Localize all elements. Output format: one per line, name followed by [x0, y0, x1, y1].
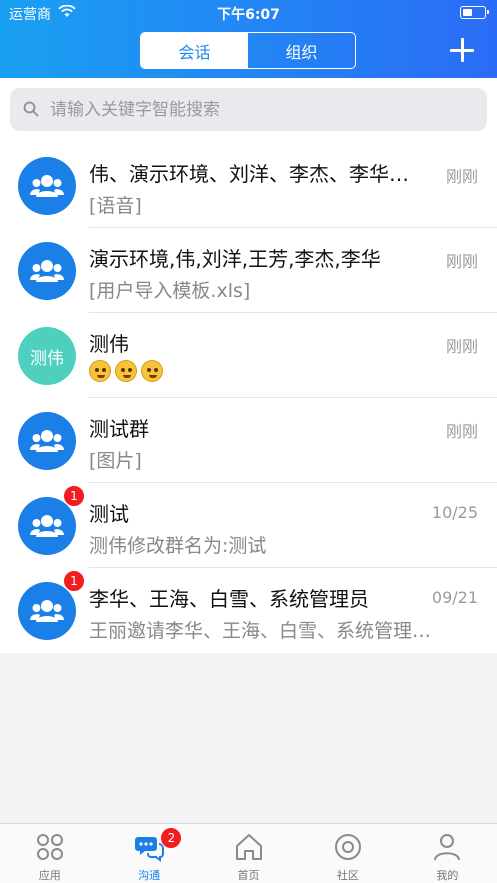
home-icon [235, 834, 262, 860]
group-avatar [18, 582, 76, 640]
tab-label: 社区 [336, 869, 359, 882]
search-input[interactable] [50, 88, 470, 131]
conversation-preview: [图片] [89, 450, 142, 472]
status-bar: 运营商 下午6:07 [0, 0, 497, 26]
conversation-row[interactable]: 测试群 [图片] 刚刚 [0, 398, 497, 483]
battery-icon [460, 6, 489, 19]
conversation-time: 刚刚 [445, 252, 478, 271]
conversation-name: 测试群 [89, 417, 149, 441]
tab-label: 应用 [38, 869, 61, 882]
emoji-preview [89, 360, 163, 382]
community-icon [334, 834, 361, 860]
conversation-name: 演示环境,伟,刘洋,王芳,李杰,李华 [89, 247, 381, 271]
user-avatar: 测伟 [18, 327, 76, 385]
emoji-face-icon [89, 360, 111, 382]
emoji-face-icon [141, 360, 163, 382]
tab-label: 沟通 [138, 869, 161, 882]
tab-organization[interactable]: 组织 [248, 33, 355, 68]
add-icon[interactable] [450, 38, 474, 62]
conversation-time: 刚刚 [445, 337, 478, 356]
group-icon [30, 515, 64, 537]
tab-label: 首页 [237, 869, 260, 882]
group-avatar [18, 497, 76, 555]
tab-community[interactable]: 社区 [298, 824, 397, 883]
conversation-preview: [语音] [89, 195, 142, 217]
conversation-time: 刚刚 [445, 422, 478, 441]
tab-label: 我的 [436, 869, 459, 882]
apps-icon [36, 834, 63, 860]
tab-unread-badge: 2 [160, 827, 183, 849]
clock: 下午6:07 [217, 7, 280, 23]
conversation-name: 测试 [89, 502, 129, 526]
bottom-tab-bar: 应用 2 沟通 首页 社区 我的 [0, 823, 497, 883]
conversation-row[interactable]: 1 测试 测伟修改群名为:测试 10/25 [0, 483, 497, 568]
conversation-row[interactable]: 1 李华、王海、白雪、系统管理员 王丽邀请李华、王海、白雪、系统管理员加入群聊 … [0, 568, 497, 653]
group-icon [30, 430, 64, 452]
conversation-row[interactable]: 演示环境,伟,刘洋,王芳,李杰,李华 [用户导入模板.xls] 刚刚 [0, 228, 497, 313]
conversation-name: 测伟 [89, 332, 129, 356]
conversation-name: 伟、演示环境、刘洋、李杰、李华、王芳 [89, 162, 427, 186]
search-bar-area [0, 78, 497, 143]
search-icon [23, 101, 39, 117]
conversation-preview: [用户导入模板.xls] [89, 280, 251, 302]
group-avatar [18, 412, 76, 470]
group-icon [30, 260, 64, 282]
conversation-row[interactable]: 测伟 测伟 刚刚 [0, 313, 497, 398]
group-avatar [18, 157, 76, 215]
tab-home[interactable]: 首页 [199, 824, 298, 883]
segmented-control: 会话 组织 [140, 32, 356, 69]
conversation-preview: 测伟修改群名为:测试 [89, 535, 267, 557]
conversation-name: 李华、王海、白雪、系统管理员 [89, 587, 369, 611]
conversation-row[interactable]: 伟、演示环境、刘洋、李杰、李华、王芳 [语音] 刚刚 [0, 143, 497, 228]
group-icon [30, 600, 64, 622]
group-icon [30, 175, 64, 197]
conversation-list: 伟、演示环境、刘洋、李杰、李华、王芳 [语音] 刚刚 演示环境,伟,刘洋,王芳,… [0, 143, 497, 653]
search-box [10, 88, 487, 131]
conversation-time: 10/25 [431, 503, 478, 522]
conversation-time: 刚刚 [445, 167, 478, 186]
conversation-preview: 王丽邀请李华、王海、白雪、系统管理员加入群聊 [89, 620, 434, 642]
top-header: 运营商 下午6:07 会话 组织 [0, 0, 497, 78]
unread-badge: 1 [63, 485, 85, 507]
unread-badge: 1 [63, 570, 85, 592]
tab-conversations[interactable]: 会话 [141, 33, 248, 68]
group-avatar [18, 242, 76, 300]
conversation-time: 09/21 [431, 588, 478, 607]
tab-chat[interactable]: 2 沟通 [99, 824, 198, 883]
profile-icon [434, 834, 461, 861]
tab-profile[interactable]: 我的 [398, 824, 497, 883]
emoji-face-icon [115, 360, 137, 382]
tab-apps[interactable]: 应用 [0, 824, 99, 883]
